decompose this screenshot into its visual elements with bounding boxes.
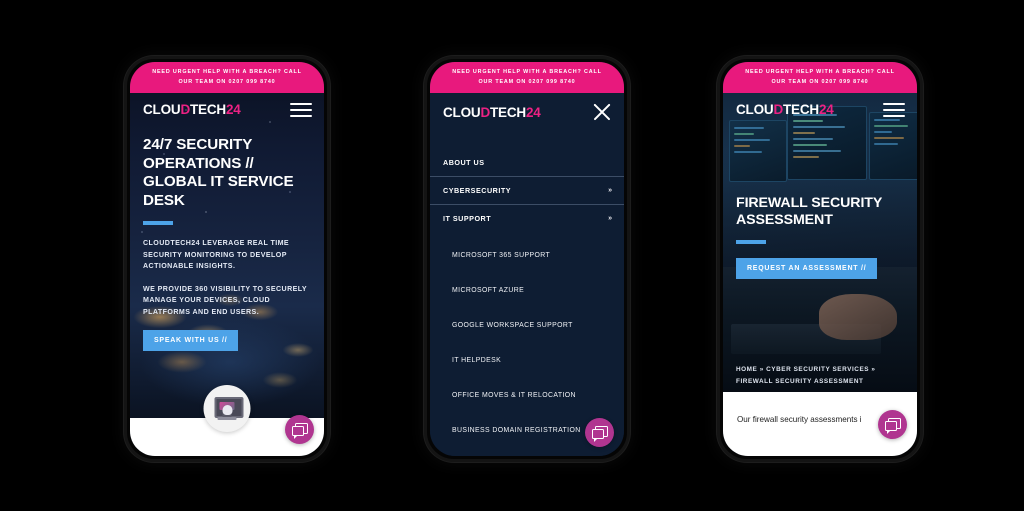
chevron-right-icon: » <box>608 215 612 222</box>
logo-part-d: D <box>480 104 491 120</box>
submenu-item-microsoft-azure[interactable]: MICROSOFT AZURE <box>430 270 624 305</box>
submenu-item-office-moves-it-relocation[interactable]: OFFICE MOVES & IT RELOCATION <box>430 375 624 410</box>
submenu-item-microsoft-365-support[interactable]: MICROSOFT 365 SUPPORT <box>430 235 624 270</box>
menu-panel: NEED URGENT HELP WITH A BREACH? CALL OUR… <box>430 62 624 456</box>
screenshot-stage: NEED URGENT HELP WITH A BREACH? CALL OUR… <box>0 0 1024 511</box>
logo-part-cloud: CLOU <box>143 102 181 117</box>
phone-mockup-menu: NEED URGENT HELP WITH A BREACH? CALL OUR… <box>424 56 630 462</box>
logo-part-24: 24 <box>818 102 834 117</box>
hamburger-bar <box>883 114 905 117</box>
submenu-item-label: OFFICE MOVES & IT RELOCATION <box>452 391 576 399</box>
urgent-alert-banner[interactable]: NEED URGENT HELP WITH A BREACH? CALL OUR… <box>430 62 624 93</box>
phone3-screen: NEED URGENT HELP WITH A BREACH? CALL OUR… <box>723 62 917 456</box>
chat-glyph <box>591 426 608 442</box>
breadcrumb[interactable]: HOME » CYBER SECURITY SERVICES » FIREWAL… <box>736 364 907 388</box>
menu-item-label: IT SUPPORT <box>443 214 492 223</box>
logo-part-d: D <box>180 102 191 117</box>
logo-part-tech: TECH <box>190 102 226 117</box>
monitor-base <box>217 416 237 420</box>
submenu-item-label: MICROSOFT AZURE <box>452 286 525 294</box>
hero-paragraph-1: CLOUDTECH24 LEVERAGE REAL TIME SECURITY … <box>143 239 290 271</box>
hero-content: FIREWALL SECURITY ASSESSMENT REQUEST AN … <box>736 195 905 280</box>
submenu-item-it-helpdesk[interactable]: IT HELPDESK <box>430 340 624 375</box>
urgent-alert-banner[interactable]: NEED URGENT HELP WITH A BREACH? CALL OUR… <box>723 62 917 93</box>
menu-item-about-us[interactable]: ABOUT US <box>430 149 624 176</box>
submenu-item-google-workspace-support[interactable]: GOOGLE WORKSPACE SUPPORT <box>430 305 624 340</box>
page-title: 24/7 SECURITY OPERATIONS // GLOBAL IT SE… <box>143 136 294 209</box>
logo[interactable]: CLOUDTECH24 <box>443 105 541 120</box>
navbar: CLOUDTECH24 <box>430 93 624 131</box>
hamburger-bar <box>290 102 312 105</box>
menu-spacer <box>430 131 624 149</box>
phone-volume-up-button[interactable] <box>124 155 126 195</box>
chat-bubble-front <box>884 421 897 434</box>
phone-mockup-homepage: NEED URGENT HELP WITH A BREACH? CALL OUR… <box>124 56 330 462</box>
phone1-top: NEED URGENT HELP WITH A BREACH? CALL OUR… <box>130 62 324 126</box>
monitor-glyph <box>214 396 244 421</box>
monitor-left-decoration <box>729 120 787 182</box>
hamburger-bar <box>883 102 905 105</box>
phone-mockup-firewall-page: NEED URGENT HELP WITH A BREACH? CALL OUR… <box>717 56 923 462</box>
logo-part-24: 24 <box>225 102 241 117</box>
chat-bubble-front <box>591 429 604 442</box>
logo-part-d: D <box>773 102 784 117</box>
phone-volume-up-button[interactable] <box>717 155 719 195</box>
chat-glyph <box>884 418 901 434</box>
logo-part-cloud: CLOU <box>736 102 774 117</box>
hero-paragraph-2: WE PROVIDE 360 VISIBILITY TO SECURELY MA… <box>143 284 307 316</box>
logo-part-24: 24 <box>525 104 541 120</box>
phone3-top: NEED URGENT HELP WITH A BREACH? CALL OUR… <box>723 62 917 126</box>
phone-volume-up-button[interactable] <box>424 155 426 195</box>
menu-item-label: CYBERSECURITY <box>443 186 512 195</box>
phone2-screen: NEED URGENT HELP WITH A BREACH? CALL OUR… <box>430 62 624 456</box>
logo-part-tech: TECH <box>783 102 819 117</box>
phone1-screen: NEED URGENT HELP WITH A BREACH? CALL OUR… <box>130 62 324 456</box>
phone-silent-button[interactable] <box>717 121 719 143</box>
phone-power-button[interactable] <box>921 169 923 221</box>
hamburger-menu-icon[interactable] <box>883 102 905 117</box>
menu-item-it-support[interactable]: IT SUPPORT » <box>430 204 624 232</box>
chat-bubble-icon[interactable] <box>585 418 614 447</box>
hamburger-bar <box>290 114 312 117</box>
hand-decoration <box>819 294 897 340</box>
phone-power-button[interactable] <box>628 169 630 221</box>
phone-silent-button[interactable] <box>124 121 126 143</box>
speak-with-us-button[interactable]: SPEAK WITH US // <box>143 330 239 352</box>
submenu-item-it-health-check-checklist[interactable]: IT HEALTH CHECK CHECKLIST <box>430 445 624 456</box>
logo-part-tech: TECH <box>490 104 526 120</box>
hamburger-bar <box>290 108 312 111</box>
phone-volume-down-button[interactable] <box>124 201 126 241</box>
submenu-item-label: MICROSOFT 365 SUPPORT <box>452 251 551 259</box>
chat-bubble-front <box>291 426 304 439</box>
submenu-item-label: GOOGLE WORKSPACE SUPPORT <box>452 321 573 329</box>
chat-glyph <box>291 423 308 439</box>
menu-item-cybersecurity[interactable]: CYBERSECURITY » <box>430 176 624 204</box>
phone-silent-button[interactable] <box>424 121 426 143</box>
phone-volume-down-button[interactable] <box>424 201 426 241</box>
request-assessment-button[interactable]: REQUEST AN ASSESSMENT // <box>736 258 878 280</box>
navbar: CLOUDTECH24 <box>130 93 324 126</box>
page-title: FIREWALL SECURITY ASSESSMENT <box>736 195 882 229</box>
logo-part-cloud: CLOU <box>443 104 481 120</box>
accent-bar <box>736 240 766 245</box>
hamburger-bar <box>883 108 905 111</box>
computer-monitor-badge-icon <box>203 385 251 432</box>
hero-content: 24/7 SECURITY OPERATIONS // GLOBAL IT SE… <box>143 136 312 352</box>
logo[interactable]: CLOUDTECH24 <box>736 102 834 117</box>
chat-bubble-icon[interactable] <box>878 410 907 439</box>
phone-volume-down-button[interactable] <box>717 201 719 241</box>
person-head <box>222 404 233 415</box>
logo[interactable]: CLOUDTECH24 <box>143 102 241 117</box>
close-x-icon[interactable] <box>592 102 612 122</box>
hamburger-menu-icon[interactable] <box>290 102 312 117</box>
urgent-alert-banner[interactable]: NEED URGENT HELP WITH A BREACH? CALL OUR… <box>130 62 324 93</box>
navbar: CLOUDTECH24 <box>723 93 917 126</box>
chat-bubble-icon[interactable] <box>285 415 314 444</box>
accent-bar <box>143 221 173 226</box>
phone-power-button[interactable] <box>328 169 330 221</box>
menu-item-label: ABOUT US <box>443 158 485 167</box>
submenu-item-label: IT HELPDESK <box>452 356 502 364</box>
chevron-right-icon: » <box>608 187 612 194</box>
submenu-item-label: BUSINESS DOMAIN REGISTRATION <box>452 426 581 434</box>
